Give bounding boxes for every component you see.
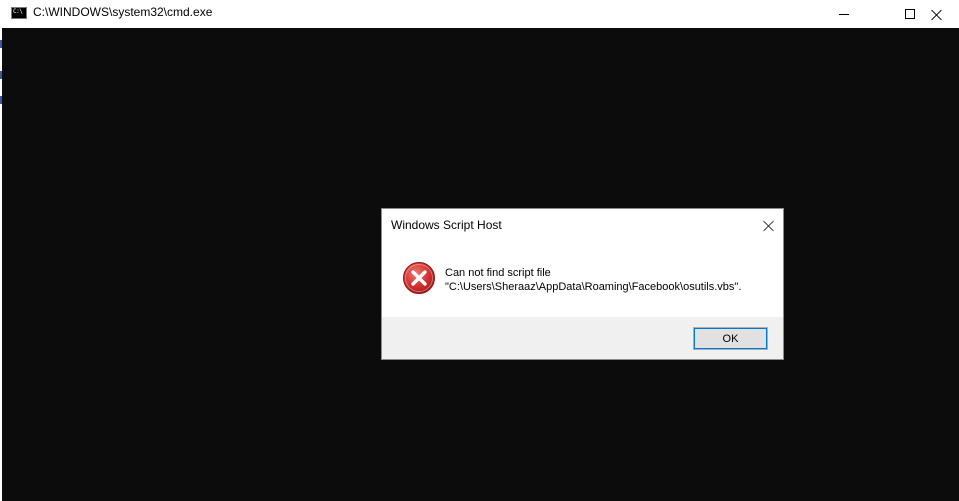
dialog-title: Windows Script Host (391, 218, 502, 232)
minimize-button[interactable] (821, 0, 867, 28)
dialog-close-button[interactable] (752, 213, 784, 237)
ok-button[interactable]: OK (693, 327, 768, 350)
cmd-icon[interactable]: C:\ (11, 7, 27, 19)
title-bar[interactable]: C:\ C:\WINDOWS\system32\cmd.exe (0, 0, 959, 28)
cmd-window: C:\ C:\WINDOWS\system32\cmd.exe Windows … (0, 0, 959, 501)
close-icon (931, 9, 942, 20)
message-line-2: "C:\Users\Sheraaz\AppData\Roaming\Facebo… (445, 281, 742, 293)
close-icon (763, 220, 774, 231)
dialog-footer: OK (382, 317, 783, 359)
close-button[interactable] (913, 0, 959, 28)
error-icon (403, 262, 435, 294)
message-line-1: Can not find script file (445, 267, 551, 279)
cmd-icon-text: C:\ (13, 8, 23, 15)
minimize-icon (839, 13, 849, 15)
script-host-dialog: Windows Script Host Can not find script … (381, 208, 784, 360)
window-title: C:\WINDOWS\system32\cmd.exe (33, 5, 213, 19)
dialog-message: Can not find script file "C:\Users\Shera… (445, 266, 741, 294)
